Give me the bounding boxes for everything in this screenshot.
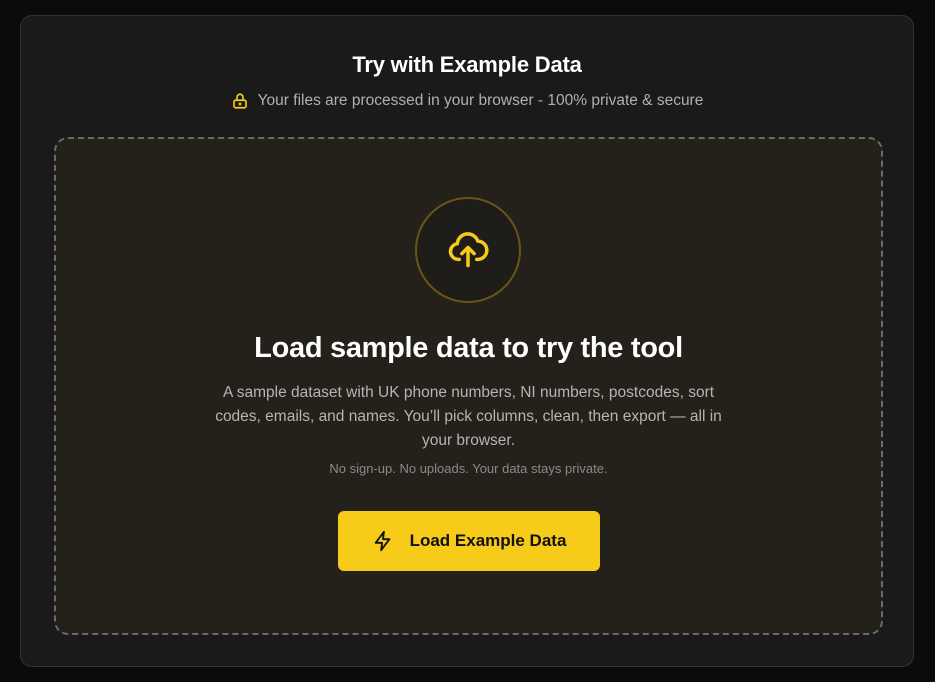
load-example-data-button[interactable]: Load Example Data (338, 511, 600, 571)
dropzone-heading: Load sample data to try the tool (254, 332, 683, 364)
card-title: Try with Example Data (352, 52, 582, 77)
upload-icon-circle (415, 197, 521, 303)
lightning-bolt-icon (372, 530, 394, 552)
privacy-note: No sign-up. No uploads. Your data stays … (329, 461, 608, 476)
sample-data-dropzone[interactable]: Load sample data to try the tool A sampl… (54, 137, 883, 635)
privacy-text: Your files are processed in your browser… (257, 92, 704, 109)
example-data-card: Try with Example Data Your files are pro… (20, 15, 914, 667)
privacy-notice: Your files are processed in your browser… (21, 92, 913, 110)
lock-icon (231, 92, 249, 110)
load-example-data-label: Load Example Data (409, 531, 567, 550)
dropzone-description: A sample dataset with UK phone numbers, … (215, 384, 722, 449)
cloud-upload-icon (447, 227, 489, 274)
